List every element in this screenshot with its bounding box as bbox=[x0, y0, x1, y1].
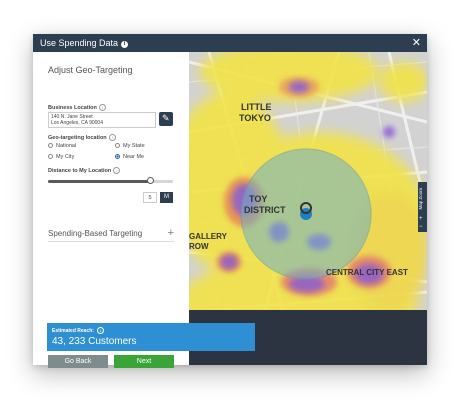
radio-dot bbox=[115, 143, 120, 148]
distance-label: Distance to My Location i bbox=[48, 167, 121, 174]
business-location-label: Business Location i bbox=[48, 104, 106, 111]
info-icon[interactable]: i bbox=[113, 167, 121, 174]
close-icon[interactable]: ✕ bbox=[412, 34, 421, 52]
map-zoom-control[interactable]: Map Zoom + − bbox=[418, 182, 427, 232]
distance-label-text: Distance to My Location bbox=[48, 168, 112, 174]
next-button[interactable]: Next bbox=[114, 355, 174, 368]
zoom-out-button[interactable]: − bbox=[419, 224, 423, 230]
info-icon[interactable]: i bbox=[108, 134, 116, 141]
geo-targeting-label-text: Geo-targeting location bbox=[48, 135, 107, 141]
distance-unit-button[interactable]: M bbox=[160, 192, 173, 203]
divider bbox=[48, 241, 174, 242]
distance-input[interactable]: 5 bbox=[143, 192, 157, 203]
radio-near-me[interactable]: Near Me bbox=[115, 154, 144, 160]
info-icon[interactable]: i bbox=[98, 104, 106, 111]
radio-my-state[interactable]: My State bbox=[115, 143, 145, 149]
estimated-reach-box: Estimated Reach: i 43, 233 Customers bbox=[47, 323, 255, 351]
radio-label: My City bbox=[56, 154, 75, 160]
panel-heading: Adjust Geo-Targeting bbox=[48, 65, 133, 75]
map-label-tokyo: TOKYO bbox=[239, 113, 271, 123]
radio-label: National bbox=[56, 143, 77, 149]
map-zoom-label: Map Zoom bbox=[418, 188, 423, 210]
edit-location-button[interactable]: ✎ bbox=[159, 112, 173, 126]
radio-label: Near Me bbox=[123, 154, 145, 160]
radio-national[interactable]: National bbox=[48, 143, 76, 149]
title-bar: Use Spending Data i ✕ bbox=[33, 34, 427, 52]
radio-my-city[interactable]: My City bbox=[48, 154, 74, 160]
go-back-button[interactable]: Go Back bbox=[48, 355, 108, 368]
geo-targeting-label: Geo-targeting location i bbox=[48, 134, 116, 141]
map-label-central-city-east: CENTRAL CITY EAST bbox=[326, 268, 408, 277]
address-line-2: Los Angeles, CA 90004 bbox=[51, 120, 103, 126]
estimated-reach-value: 43, 233 Customers bbox=[52, 336, 137, 347]
plus-icon[interactable]: + bbox=[168, 227, 174, 239]
dialog-window: Use Spending Data i ✕ Adjust Geo-Targetin… bbox=[33, 34, 427, 368]
spending-targeting-toggle[interactable]: Spending-Based Targeting + bbox=[48, 227, 174, 239]
window-title-text: Use Spending Data bbox=[40, 38, 119, 48]
edit-icon: ✎ bbox=[162, 113, 170, 123]
reach-caption-text: Estimated Reach: bbox=[52, 328, 94, 334]
map-label-district: DISTRICT bbox=[244, 205, 286, 215]
radio-label: My State bbox=[123, 143, 145, 149]
window-title: Use Spending Data i bbox=[40, 34, 129, 52]
zoom-in-button[interactable]: + bbox=[419, 216, 423, 222]
heat-map[interactable]: LITTLE TOKYO TOY DISTRICT GALLERY ROW CE… bbox=[189, 52, 427, 365]
business-location-field[interactable]: 140 N. Jane Street Los Angeles, CA 90004 bbox=[48, 112, 156, 128]
map-label-gallery: GALLERY bbox=[189, 232, 228, 241]
geo-targeting-panel: Adjust Geo-Targeting Business Location i … bbox=[33, 52, 189, 368]
section-label: Spending-Based Targeting bbox=[48, 229, 143, 238]
radio-dot bbox=[48, 143, 53, 148]
radio-dot bbox=[48, 154, 53, 159]
map-label-toy: TOY bbox=[249, 194, 267, 204]
business-location-label-text: Business Location bbox=[48, 105, 97, 111]
slider-handle[interactable] bbox=[146, 177, 154, 184]
map-label-little: LITTLE bbox=[241, 102, 272, 112]
info-icon[interactable]: i bbox=[121, 41, 129, 48]
radio-dot-selected bbox=[115, 154, 120, 159]
info-icon[interactable]: i bbox=[97, 327, 105, 334]
slider-fill bbox=[48, 180, 151, 183]
map-label-row: ROW bbox=[189, 242, 209, 251]
estimated-reach-caption: Estimated Reach: i bbox=[52, 327, 105, 334]
distance-slider[interactable] bbox=[48, 177, 173, 184]
